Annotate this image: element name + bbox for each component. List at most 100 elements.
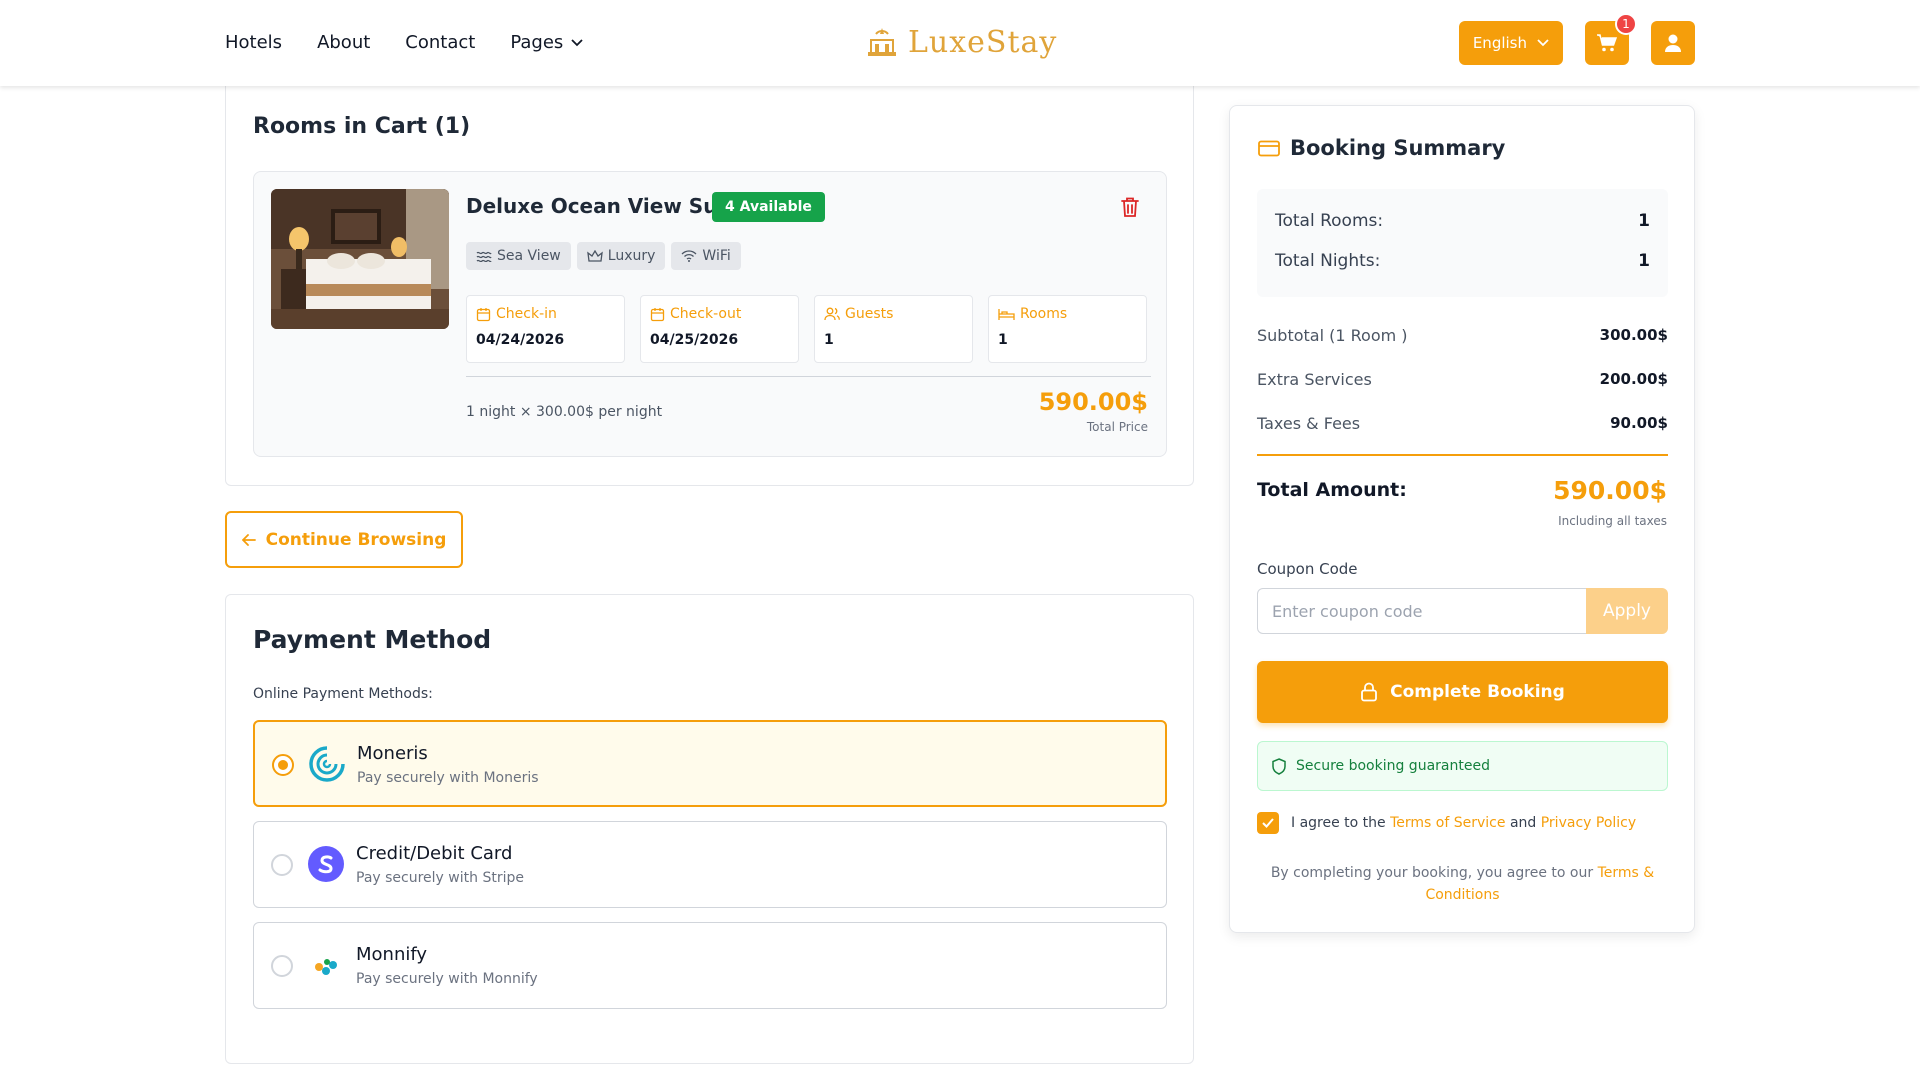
room-name: Deluxe Ocean View Suite [466,194,748,218]
nav-contact-label: Contact [405,32,476,53]
agree-checkbox[interactable] [1257,812,1279,834]
stripe-logo-icon [308,846,344,882]
line-label: Taxes & Fees [1257,414,1361,433]
arrow-left-icon [241,533,256,546]
nav-contact[interactable]: Contact [405,32,475,53]
rooms-label: Rooms [1020,306,1068,322]
payment-name: Credit/Debit Card [356,843,513,864]
continue-browsing-button[interactable]: Continue Browsing [225,511,463,568]
line-value: 200.00$ [1599,370,1668,388]
guests-box: Guests 1 [814,295,973,363]
continue-browsing-label: Continue Browsing [265,529,447,550]
tag-label: Luxury [607,248,656,264]
tag-label: Sea View [497,248,561,264]
header-actions: English 1 [1458,13,1695,65]
cart-icon [1597,34,1618,52]
cart-button[interactable]: 1 [1585,13,1637,65]
summary-counts: Total Rooms: 1 Total Nights: 1 [1257,189,1668,297]
logo-icon [868,28,896,56]
cart-title: Rooms in Cart (1) [253,114,471,139]
waves-icon [476,251,492,262]
payment-name: Monnify [356,944,428,965]
language-selector[interactable]: English [1458,21,1563,65]
cart-room-item: Deluxe Ocean View Suite 4 Available Sea … [253,171,1167,457]
nav-hotels-label: Hotels [225,32,283,53]
line-label: Subtotal (1 Room ) [1257,326,1408,345]
tag-label: WiFi [702,248,731,264]
trash-icon [1121,197,1139,217]
booking-summary: Booking Summary Total Rooms: 1 Total Nig… [1229,105,1695,933]
coupon-label: Coupon Code [1257,560,1358,578]
payment-desc: Pay securely with Stripe [356,870,524,886]
total-nights-value: 1 [1638,251,1650,271]
booking-details: Check-in 04/24/2026 Check-out 04/25/2026… [466,295,1147,363]
moneris-logo-icon [309,746,345,782]
room-image [271,189,449,329]
cart-card: Rooms in Cart (1) Deluxe Ocean View Suit… [225,86,1194,486]
nav-about[interactable]: About [317,32,370,53]
total-rooms-value: 1 [1638,211,1650,231]
language-label: English [1472,34,1527,52]
payment-desc: Pay securely with Monnify [356,971,538,987]
users-icon [824,307,840,321]
guests-label: Guests [845,306,894,322]
total-nights-row: Total Nights: 1 [1275,251,1650,271]
nav-pages[interactable]: Pages [510,32,583,53]
checkin-value: 04/24/2026 [476,332,565,348]
checkout-box: Check-out 04/25/2026 [640,295,799,363]
room-total-amount: 590.00$ [1038,388,1148,416]
payment-option-moneris[interactable]: Moneris Pay securely with Moneris [253,720,1167,807]
bed-icon [998,308,1015,320]
total-rooms-row: Total Rooms: 1 [1275,211,1650,231]
total-amount-label: Total Amount: [1257,479,1407,501]
line-value: 90.00$ [1610,414,1668,432]
top-header: Hotels About Contact Pages LuxeStay Engl… [0,0,1920,86]
logo[interactable]: LuxeStay [862,22,1057,62]
payment-name: Moneris [357,743,428,764]
check-icon [1262,818,1274,828]
tag-sea-view: Sea View [466,242,571,270]
extra-services-row: Extra Services 200.00$ [1257,370,1668,389]
legal-prefix: By completing your booking, you agree to… [1270,865,1594,881]
rooms-value: 1 [998,332,1008,348]
shield-icon [1272,757,1286,775]
total-amount-value: 590.00$ [1553,476,1667,505]
logo-text: LuxeStay [908,24,1058,60]
tag-luxury: Luxury [576,242,666,270]
payment-option-card[interactable]: Credit/Debit Card Pay securely with Stri… [253,821,1167,908]
chevron-down-icon [571,38,583,46]
checkin-label: Check-in [496,306,557,322]
remove-room-button[interactable] [1120,196,1140,222]
apply-coupon-button[interactable]: Apply [1586,588,1668,634]
complete-booking-button[interactable]: Complete Booking [1257,661,1668,723]
divider [1257,454,1668,456]
radio-moneris[interactable] [272,754,294,776]
user-button[interactable] [1651,21,1695,65]
lock-icon [1361,682,1378,702]
secure-text: Secure booking guaranteed [1296,758,1490,774]
wifi-icon [681,250,697,262]
total-amount-note: Including all taxes [1558,514,1667,528]
agree-prefix: I agree to the [1291,815,1386,831]
total-rooms-label: Total Rooms: [1275,211,1384,231]
payment-option-monnify[interactable]: Monnify Pay securely with Monnify [253,922,1167,1009]
guests-value: 1 [824,332,834,348]
radio-monnify[interactable] [271,955,293,977]
terms-of-service-link[interactable]: Terms of Service [1390,815,1505,831]
payment-subtitle: Online Payment Methods: [253,686,433,702]
main-nav: Hotels About Contact Pages [225,32,618,53]
coupon-input[interactable] [1257,588,1587,634]
line-value: 300.00$ [1599,326,1668,344]
taxes-row: Taxes & Fees 90.00$ [1257,414,1668,433]
chevron-down-icon [1537,39,1549,47]
checkout-label: Check-out [670,306,742,322]
payment-title: Payment Method [253,625,492,654]
radio-card[interactable] [271,854,293,876]
agree-and: and [1509,815,1537,831]
summary-title: Booking Summary [1258,136,1505,160]
checkout-value: 04/25/2026 [650,332,739,348]
privacy-policy-link[interactable]: Privacy Policy [1541,815,1636,831]
summary-title-text: Booking Summary [1290,136,1506,160]
complete-booking-label: Complete Booking [1390,682,1565,702]
nav-hotels[interactable]: Hotels [225,32,282,53]
